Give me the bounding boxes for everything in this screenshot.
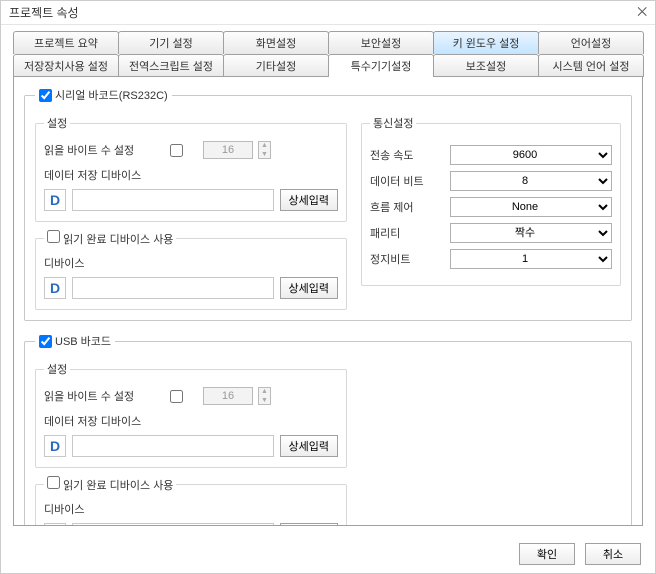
usb-barcode-title: USB 바코드 [55,333,111,349]
usb-byte-checkbox[interactable] [170,390,183,403]
stopbit-label: 정지비트 [370,251,450,267]
usb-readdone-group: 읽기 완료 디바이스 사용 디바이스 D 상세입력 [35,476,347,526]
serial-byte-spinner: 16 [203,141,253,159]
usb-settings-title: 설정 [44,361,70,377]
tab-special-device[interactable]: 특수기기설정 [328,54,434,77]
tab-keywindow-settings[interactable]: 키 윈도우 설정 [433,31,539,54]
usb-readdone-checkbox[interactable] [47,476,60,489]
usb-device-detail-button[interactable]: 상세입력 [280,523,338,526]
serial-byte-checkbox[interactable] [170,144,183,157]
baud-label: 전송 속도 [370,147,450,163]
serial-byte-label: 읽을 바이트 수 설정 [44,142,164,158]
stopbit-select[interactable]: 1 [450,249,612,269]
usb-settings-group: 설정 읽을 바이트 수 설정 16 ▲▼ 데이터 저장 디바이스 D [35,361,347,468]
project-properties-window: 프로젝트 속성 ⨉ 프로젝트 요약 기기 설정 화면설정 보안설정 키 윈도우 … [0,0,656,574]
cancel-button[interactable]: 취소 [585,543,641,565]
tab-content: 시리얼 바코드(RS232C) 설정 읽을 바이트 수 설정 16 ▲▼ [13,76,643,526]
tab-device-settings[interactable]: 기기 설정 [118,31,224,54]
usb-readdone-title: 읽기 완료 디바이스 사용 [63,480,173,492]
usb-storage-indicator: D [44,435,66,457]
tab-other-settings[interactable]: 기타설정 [223,54,329,77]
serial-settings-title: 설정 [44,115,70,131]
titlebar: 프로젝트 속성 ⨉ [1,1,655,25]
close-icon[interactable]: ⨉ [637,5,647,20]
usb-byte-label: 읽을 바이트 수 설정 [44,388,164,404]
databit-label: 데이터 비트 [370,173,450,189]
usb-device-label: 디바이스 [44,501,338,517]
comm-settings-group: 통신설정 전송 속도 9600 데이터 비트 8 흐름 제어 None [361,115,621,286]
serial-device-label: 디바이스 [44,255,338,271]
serial-barcode-group: 시리얼 바코드(RS232C) 설정 읽을 바이트 수 설정 16 ▲▼ [24,87,632,321]
tab-global-script[interactable]: 전역스크립트 설정 [118,54,224,77]
serial-barcode-title: 시리얼 바코드(RS232C) [55,87,168,103]
serial-storage-input[interactable] [72,189,274,211]
usb-storage-input[interactable] [72,435,274,457]
usb-storage-label: 데이터 저장 디바이스 [44,413,338,429]
dialog-footer: 확인 취소 [1,535,655,573]
serial-device-detail-button[interactable]: 상세입력 [280,277,338,299]
serial-readdone-title: 읽기 완료 디바이스 사용 [63,234,173,246]
usb-byte-spinner: 16 [203,387,253,405]
tab-strip: 프로젝트 요약 기기 설정 화면설정 보안설정 키 윈도우 설정 언어설정 저장… [1,25,655,77]
tab-system-language[interactable]: 시스템 언어 설정 [538,54,644,77]
serial-storage-label: 데이터 저장 디바이스 [44,167,338,183]
serial-storage-detail-button[interactable]: 상세입력 [280,189,338,211]
serial-readdone-checkbox[interactable] [47,230,60,243]
tab-security-settings[interactable]: 보안설정 [328,31,434,54]
serial-device-indicator: D [44,277,66,299]
databit-select[interactable]: 8 [450,171,612,191]
usb-barcode-checkbox[interactable] [39,335,52,348]
tab-screen-settings[interactable]: 화면설정 [223,31,329,54]
usb-device-input[interactable] [72,523,274,526]
window-title: 프로젝트 속성 [9,4,79,21]
serial-storage-indicator: D [44,189,66,211]
serial-barcode-checkbox[interactable] [39,89,52,102]
serial-settings-group: 설정 읽을 바이트 수 설정 16 ▲▼ 데이터 저장 디바이스 D [35,115,347,222]
serial-byte-spinner-buttons: ▲▼ [258,141,271,159]
usb-storage-detail-button[interactable]: 상세입력 [280,435,338,457]
baud-select[interactable]: 9600 [450,145,612,165]
ok-button[interactable]: 확인 [519,543,575,565]
flow-label: 흐름 제어 [370,199,450,215]
tab-storage-settings[interactable]: 저장장치사용 설정 [13,54,119,77]
parity-label: 패리티 [370,225,450,241]
tab-language-settings[interactable]: 언어설정 [538,31,644,54]
comm-title: 통신설정 [370,115,416,131]
usb-device-indicator: D [44,523,66,526]
flow-select[interactable]: None [450,197,612,217]
parity-select[interactable]: 짝수 [450,223,612,243]
serial-readdone-group: 읽기 완료 디바이스 사용 디바이스 D 상세입력 [35,230,347,310]
serial-device-input[interactable] [72,277,274,299]
tab-aux-settings[interactable]: 보조설정 [433,54,539,77]
tab-project-summary[interactable]: 프로젝트 요약 [13,31,119,54]
usb-barcode-group: USB 바코드 설정 읽을 바이트 수 설정 16 ▲▼ 데 [24,333,632,526]
usb-byte-spinner-buttons: ▲▼ [258,387,271,405]
